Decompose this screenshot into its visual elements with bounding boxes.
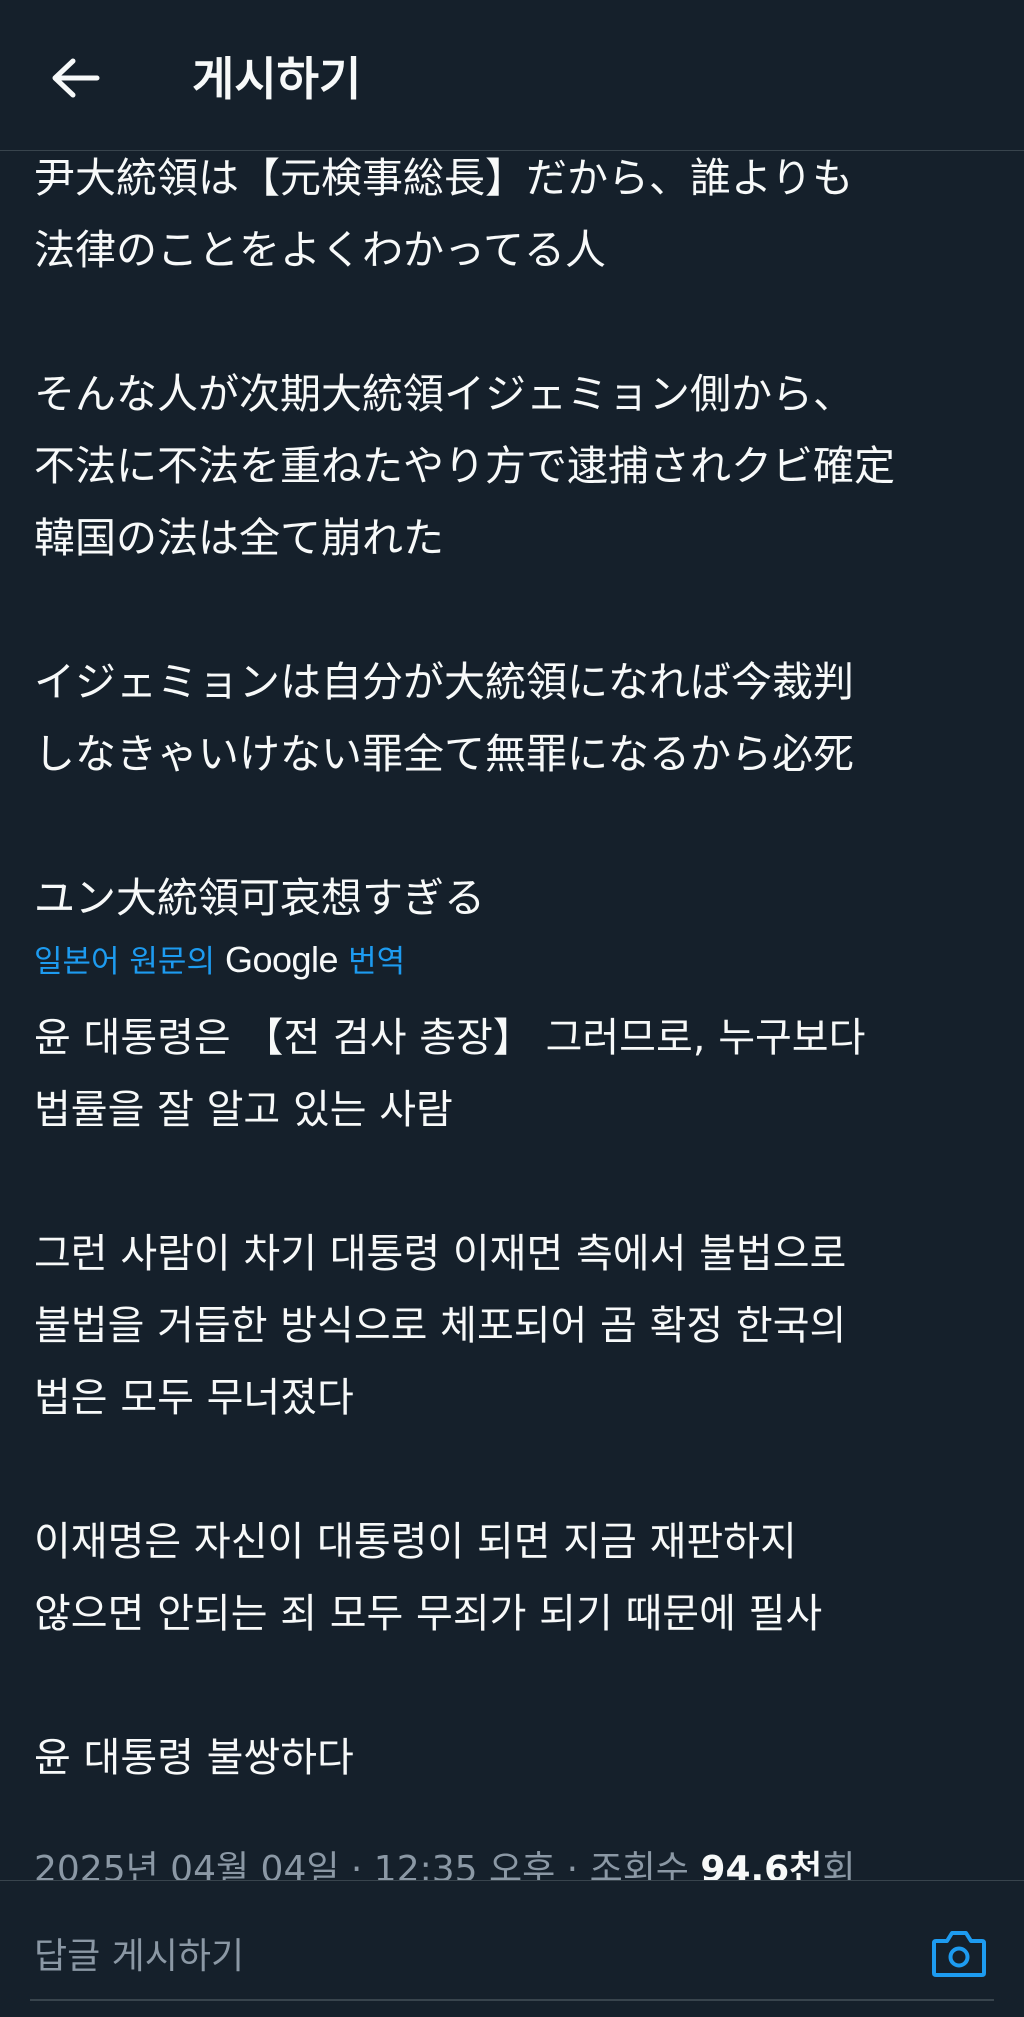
- top-bar: 게시하기: [0, 0, 1024, 151]
- translated-text-line: 윤 대통령은 【전 검사 총장】 그러므로, 누구보다: [34, 1015, 866, 1061]
- translated-text-line: 않으면 안되는 죄 모두 무죄가 되기 때문에 필사: [34, 1591, 823, 1637]
- translation-label[interactable]: 일본어 원문의: [34, 944, 215, 980]
- back-button[interactable]: [40, 46, 110, 110]
- reply-composer: 답글 게시하기: [0, 1880, 1024, 2017]
- translated-text-line: 법률을 잘 알고 있는 사람: [34, 1087, 453, 1133]
- post-text-line: 尹大統領は【元検事総長】だから、誰よりも: [34, 154, 854, 202]
- reply-input[interactable]: 답글 게시하기: [34, 1933, 244, 1981]
- original-text: 尹大統領は【元検事総長】だから、誰よりも 法律のことをよくわかってる人 そんな人…: [34, 142, 1000, 934]
- translated-text-line: 이재명은 자신이 대통령이 되면 지금 재판하지: [34, 1519, 797, 1565]
- page-title: 게시하기: [192, 52, 362, 106]
- post-text-line: しなきゃいけない罪全て無罪になるから必死: [34, 730, 854, 778]
- translated-text-line: 법은 모두 무너졌다: [34, 1375, 354, 1421]
- post-text-line: ユン大統領可哀想すぎる: [34, 874, 485, 922]
- google-logo: Google: [224, 939, 339, 980]
- translation-label-suffix[interactable]: 번역: [348, 944, 405, 980]
- post-text-line: そんな人が次期大統領イジェミョン側から、: [34, 370, 854, 418]
- post-text-line: 韓国の法は全て崩れた: [34, 514, 444, 562]
- translation-attribution[interactable]: 일본어 원문의 Google 번역: [34, 939, 1000, 981]
- post-text-line: イジェミョンは自分が大統領になれば今裁判: [34, 658, 854, 706]
- translated-text: 윤 대통령은 【전 검사 총장】 그러므로, 누구보다 법률을 잘 알고 있는 …: [34, 1002, 1000, 1794]
- translated-text-line: 윤 대통령 불쌍하다: [34, 1735, 354, 1781]
- post-text-line: 法律のことをよくわかってる人: [34, 226, 606, 274]
- camera-button[interactable]: [930, 1927, 988, 1981]
- camera-icon: [932, 1931, 986, 1977]
- arrow-left-icon: [52, 58, 100, 98]
- post-body: 尹大統領は【元検事総長】だから、誰よりも 法律のことをよくわかってる人 そんな人…: [34, 142, 1000, 1794]
- translated-text-line: 불법을 거듭한 방식으로 체포되어 곰 확정 한국의: [34, 1303, 847, 1349]
- reply-underline: [30, 1999, 994, 2001]
- post-text-line: 不法に不法を重ねたやり方で逮捕されクビ確定: [34, 442, 895, 490]
- translated-text-line: 그런 사람이 차기 대통령 이재면 측에서 불법으로: [34, 1231, 847, 1277]
